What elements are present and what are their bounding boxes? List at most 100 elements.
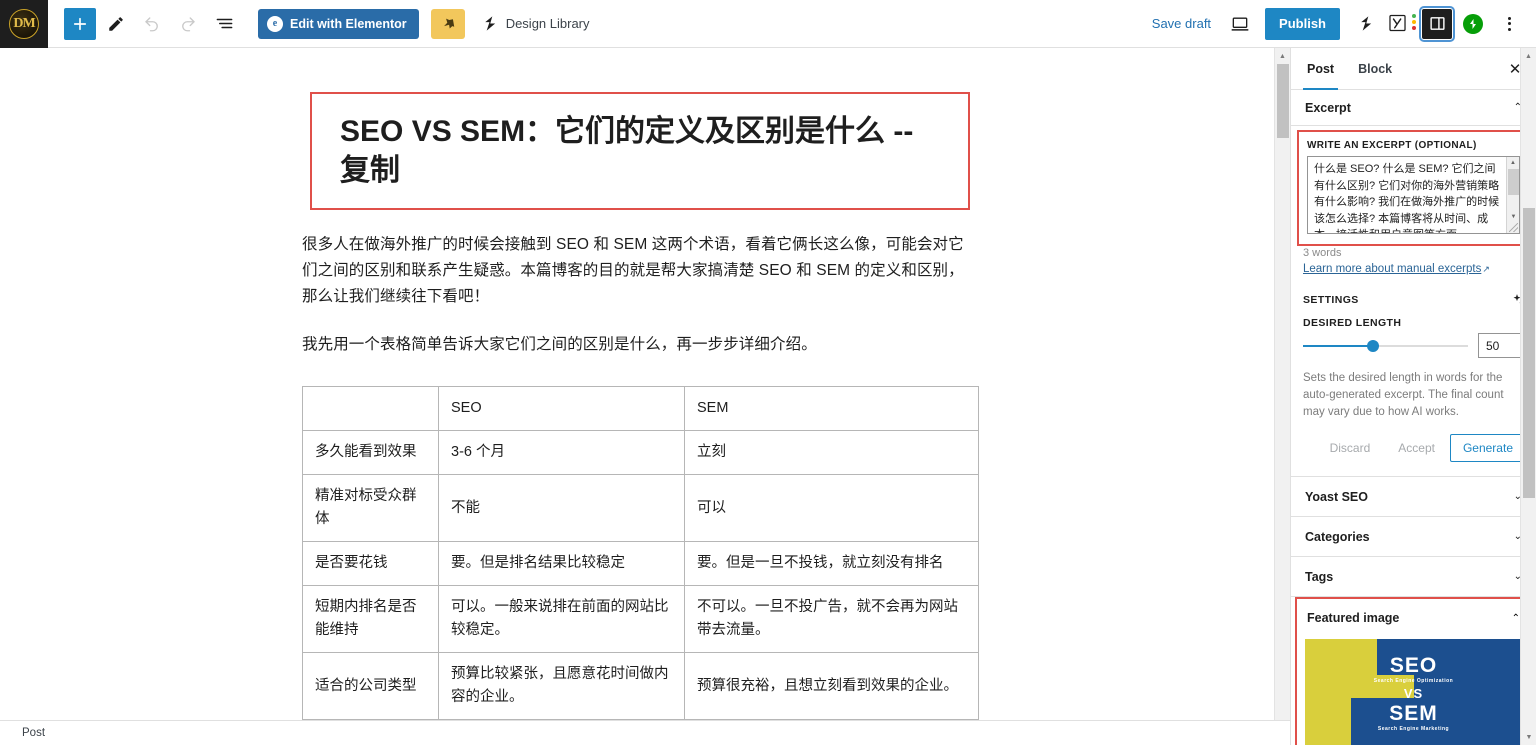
featured-image-panel-header[interactable]: Featured image ⌃ <box>1297 599 1530 637</box>
post-settings-sidebar: Post Block ✕ Excerpt ⌃ WRITE AN EXCERPT … <box>1290 48 1536 745</box>
discard-button[interactable]: Discard <box>1317 434 1384 462</box>
featured-image-text: SEO Search Engine Optimization VS SEM Se… <box>1305 639 1522 745</box>
accept-button[interactable]: Accept <box>1385 434 1448 462</box>
table-cell[interactable]: 立刻 <box>684 430 979 475</box>
canvas-scroll-thumb[interactable] <box>1277 64 1289 138</box>
jetpack-icon[interactable] <box>1458 9 1488 39</box>
table-cell[interactable]: 不能 <box>438 474 685 542</box>
post-title-block[interactable]: SEO VS SEM：它们的定义及区别是什么 -- 复制 <box>310 92 970 210</box>
desired-length-help-text: Sets the desired length in words for the… <box>1303 372 1504 418</box>
pin-button[interactable] <box>430 8 465 39</box>
slider-fill <box>1303 344 1373 347</box>
toolbar-left-group <box>48 7 240 40</box>
resize-grip-icon[interactable] <box>1509 223 1518 232</box>
list-view-icon[interactable] <box>208 8 240 40</box>
design-library-button[interactable]: Design Library <box>481 14 590 33</box>
post-body: 很多人在做海外推广的时候会接触到 SEO 和 SEM 这两个术语，看着它俩长这么… <box>302 232 979 720</box>
site-logo-icon: DM <box>9 8 39 39</box>
more-options-icon[interactable] <box>1494 9 1524 39</box>
desired-length-control: 50 <box>1291 329 1536 358</box>
undo-icon[interactable] <box>136 8 168 40</box>
featured-image-sem-text: SEM <box>1389 701 1438 725</box>
sidebar-scroll-thumb[interactable] <box>1523 208 1535 498</box>
excerpt-textarea[interactable]: 什么是 SEO? 什么是 SEM? 它们之间有什么区别? 它们对你的海外营销策略… <box>1307 156 1520 234</box>
table-cell[interactable]: 精准对标受众群体 <box>302 474 439 542</box>
table-cell[interactable]: 多久能看到效果 <box>302 430 439 475</box>
desired-length-input[interactable]: 50 <box>1478 333 1524 358</box>
yoast-seo-icon[interactable] <box>1386 9 1416 39</box>
paragraph-block-1[interactable]: 很多人在做海外推广的时候会接触到 SEO 和 SEM 这两个术语，看着它俩长这么… <box>302 232 978 310</box>
featured-image-panel-label: Featured image <box>1307 611 1400 625</box>
sidebar-panel-categories[interactable]: Categories ⌄ <box>1291 517 1536 557</box>
add-block-button[interactable] <box>64 7 96 40</box>
comparison-table[interactable]: SEO SEM 多久能看到效果 3-6 个月 立刻 精准对标受众群体 不能 可以 <box>302 386 979 720</box>
featured-image-seo-text: SEO <box>1389 653 1438 677</box>
redo-icon[interactable] <box>172 8 204 40</box>
editor-status-bar: Post <box>0 720 1290 745</box>
yoast-traffic-light-icon <box>1412 13 1416 32</box>
stackable-icon[interactable] <box>1350 9 1380 39</box>
edit-with-elementor-button[interactable]: e Edit with Elementor <box>258 8 419 39</box>
featured-image-vs-text: VS <box>1403 685 1424 701</box>
generate-button[interactable]: Generate <box>1449 434 1526 462</box>
excerpt-scroll-thumb[interactable] <box>1508 169 1519 195</box>
settings-subsection-header: SETTINGS <box>1291 277 1536 311</box>
table-cell[interactable]: 要。但是排名结果比较稳定 <box>438 541 685 586</box>
slider-handle[interactable] <box>1367 339 1380 352</box>
tab-post[interactable]: Post <box>1295 48 1346 90</box>
table-cell[interactable]: 短期内排名是否能维持 <box>302 585 439 653</box>
featured-image-seo-subtext: Search Engine Optimization <box>1373 677 1454 684</box>
table-cell[interactable]: 不可以。一旦不投广告，就不会再为网站带去流量。 <box>684 585 979 653</box>
table-cell[interactable]: 是否要花钱 <box>302 541 439 586</box>
table-row: 是否要花钱 要。但是排名结果比较稳定 要。但是一旦不投钱，就立刻没有排名 <box>302 541 979 586</box>
post-document: SEO VS SEM：它们的定义及区别是什么 -- 复制 很多人在做海外推广的时… <box>0 92 1280 720</box>
categories-panel-label: Categories <box>1305 529 1370 544</box>
canvas-scrollbar[interactable]: ▲ ▼ <box>1274 48 1290 745</box>
scroll-up-icon[interactable]: ▲ <box>1275 48 1290 64</box>
excerpt-field-label: WRITE AN EXCERPT (OPTIONAL) <box>1307 140 1477 151</box>
table-cell[interactable]: 预算比较紧张，且愿意花时间做内容的企业。 <box>438 652 685 720</box>
breadcrumb[interactable]: Post <box>0 727 45 739</box>
table-cell[interactable]: 可以 <box>684 474 979 542</box>
settings-panel-toggle[interactable] <box>1419 5 1455 42</box>
desired-length-slider[interactable] <box>1303 336 1468 356</box>
table-cell[interactable]: 可以。一般来说排在前面的网站比较稳定。 <box>438 585 685 653</box>
paragraph-block-2[interactable]: 我先用一个表格简单告诉大家它们之间的区别是什么，再一步步详细介绍。 <box>302 332 978 358</box>
table-row: 短期内排名是否能维持 可以。一般来说排在前面的网站比较稳定。 不可以。一旦不投广… <box>302 585 979 653</box>
edit-with-elementor-label: Edit with Elementor <box>290 16 407 31</box>
settings-label: SETTINGS <box>1303 294 1359 306</box>
site-logo-button[interactable]: DM <box>0 0 48 48</box>
excerpt-action-buttons: Discard Accept Generate <box>1291 421 1536 476</box>
save-draft-button[interactable]: Save draft <box>1144 16 1219 31</box>
excerpt-scroll-up-icon[interactable]: ▲ <box>1507 157 1519 169</box>
publish-button[interactable]: Publish <box>1265 7 1340 40</box>
table-row: 精准对标受众群体 不能 可以 <box>302 474 979 542</box>
elementor-logo-icon: e <box>267 15 283 32</box>
toolbar-right-group: Save draft Publish <box>1144 5 1536 42</box>
table-header-cell-0[interactable] <box>302 386 439 431</box>
featured-image-highlight-region: Featured image ⌃ SEO Search Engine Optim… <box>1295 597 1532 745</box>
table-row: 多久能看到效果 3-6 个月 立刻 <box>302 430 979 475</box>
featured-image-thumbnail[interactable]: SEO Search Engine Optimization VS SEM Se… <box>1305 639 1522 745</box>
sidebar-panel-yoast-seo[interactable]: Yoast SEO ⌄ <box>1291 477 1536 517</box>
sidebar-scrollbar[interactable]: ▲ ▼ <box>1520 48 1536 745</box>
table-cell[interactable]: 适合的公司类型 <box>302 652 439 720</box>
scroll-down-icon[interactable]: ▼ <box>1521 729 1536 745</box>
scroll-up-icon[interactable]: ▲ <box>1521 48 1536 64</box>
page-title[interactable]: SEO VS SEM：它们的定义及区别是什么 -- 复制 <box>340 112 940 190</box>
table-header-cell-2[interactable]: SEM <box>684 386 979 431</box>
edit-pencil-icon[interactable] <box>100 8 132 40</box>
table-header-row: SEO SEM <box>302 386 979 431</box>
learn-more-link[interactable]: Learn more about manual excerpts↗ <box>1291 260 1502 275</box>
tab-block[interactable]: Block <box>1346 48 1404 90</box>
excerpt-panel-header[interactable]: Excerpt ⌃ <box>1291 90 1536 126</box>
table-cell[interactable]: 要。但是一旦不投钱，就立刻没有排名 <box>684 541 979 586</box>
tags-panel-label: Tags <box>1305 569 1334 584</box>
preview-icon[interactable] <box>1225 9 1255 39</box>
table-cell[interactable]: 预算很充裕，且想立刻看到效果的企业。 <box>684 652 979 720</box>
excerpt-value: 什么是 SEO? 什么是 SEM? 它们之间有什么区别? 它们对你的海外营销策略… <box>1314 163 1500 233</box>
sidebar-panel-tags[interactable]: Tags ⌄ <box>1291 557 1536 597</box>
table-cell[interactable]: 3-6 个月 <box>438 430 685 475</box>
table-header-cell-1[interactable]: SEO <box>438 386 685 431</box>
excerpt-scroll-down-icon[interactable]: ▼ <box>1507 211 1519 223</box>
